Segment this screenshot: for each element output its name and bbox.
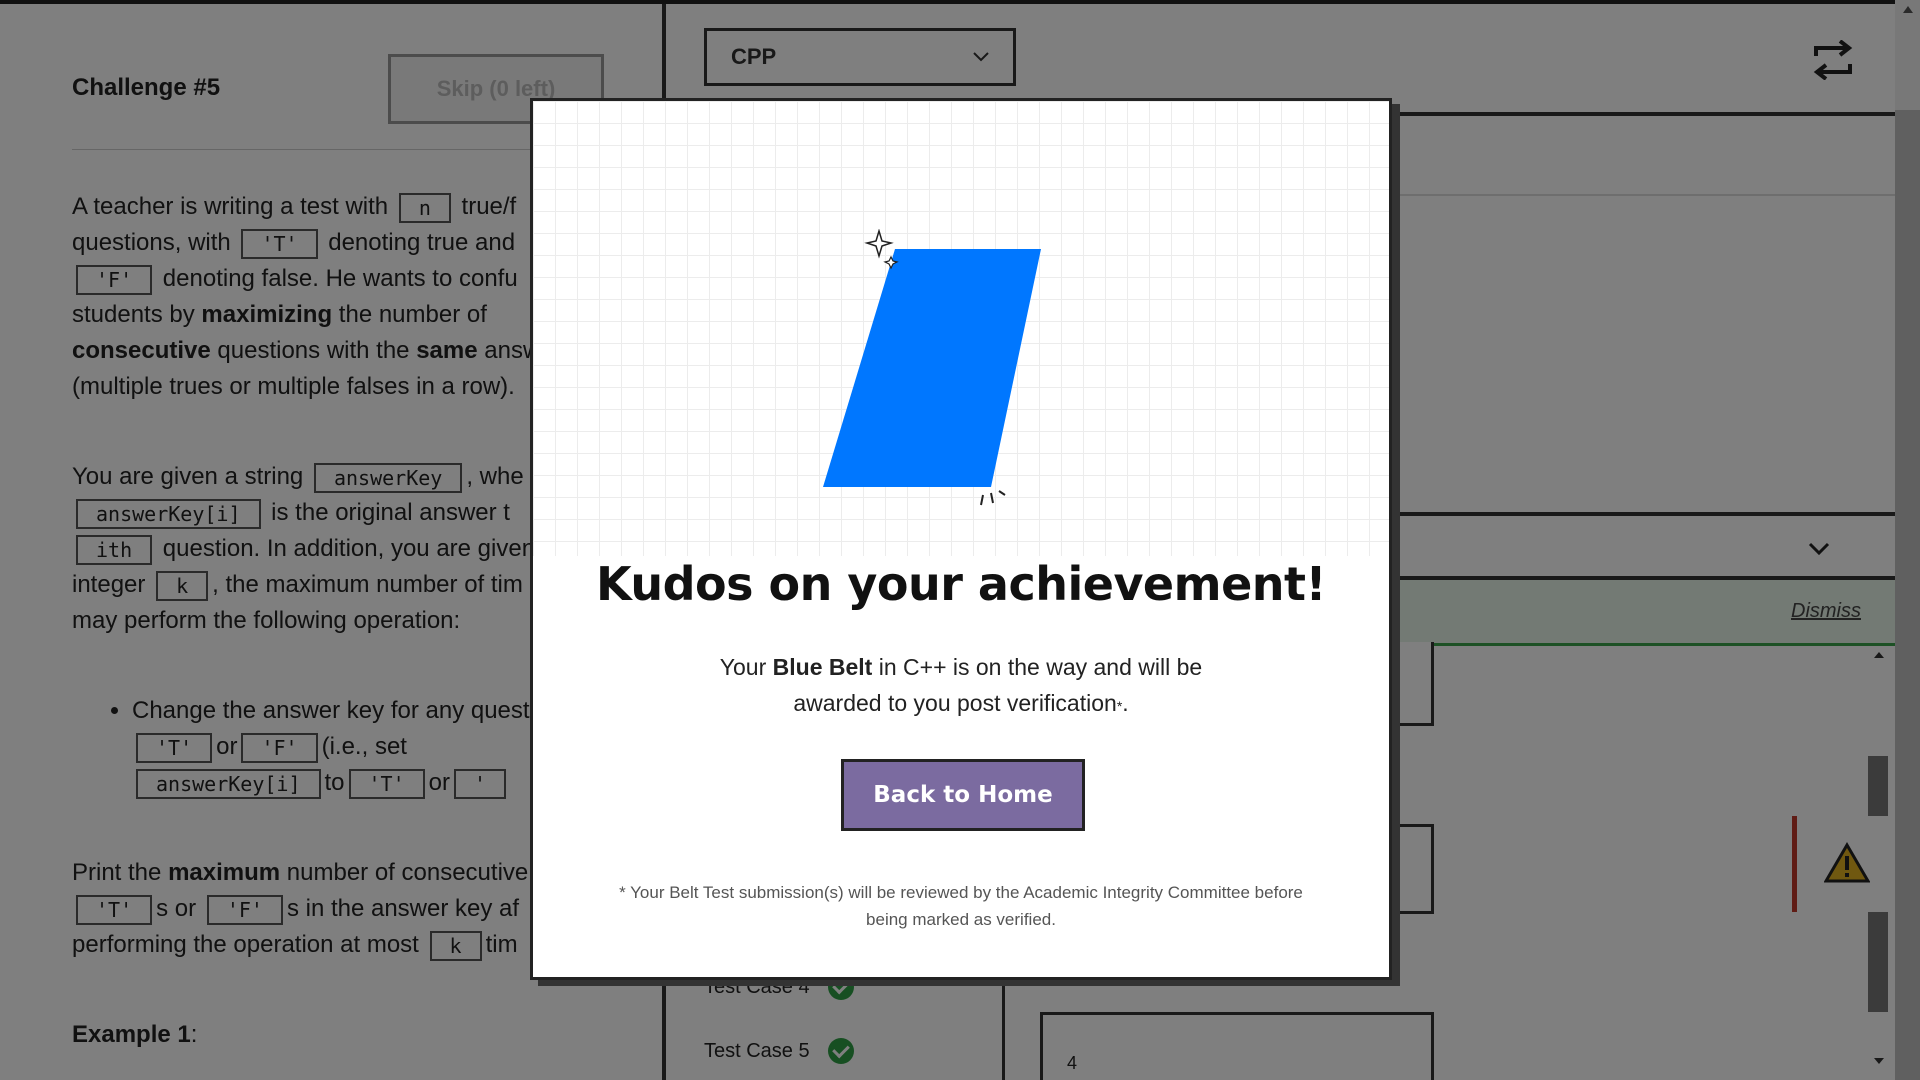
belt-name: Blue Belt — [772, 654, 873, 680]
text: . — [1122, 690, 1129, 716]
modal-message: Your Blue Belt in C++ is on the way and … — [673, 649, 1249, 724]
back-to-home-button[interactable]: Back to Home — [841, 759, 1085, 831]
verification-footnote: * Your Belt Test submission(s) will be r… — [619, 883, 1303, 929]
text: Your — [719, 654, 767, 680]
modal-title: Kudos on your achievement! — [596, 557, 1326, 611]
blue-belt-icon — [823, 229, 1041, 506]
achievement-modal: Kudos on your achievement! Your Blue Bel… — [530, 98, 1392, 980]
